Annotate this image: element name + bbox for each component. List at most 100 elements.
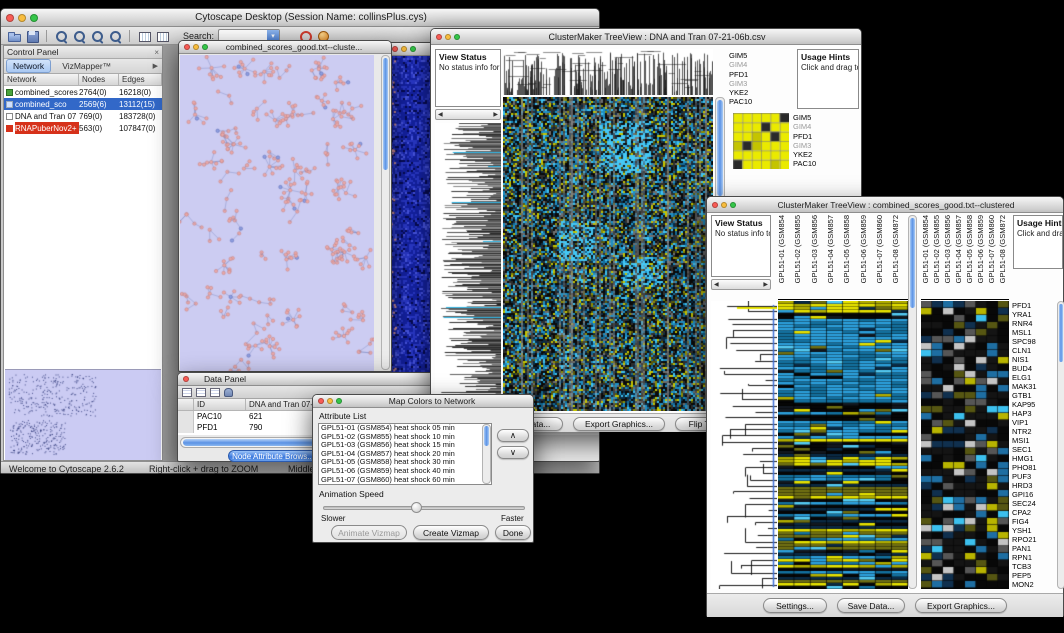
- usage-hints-title: Usage Hints: [798, 50, 858, 62]
- slider-thumb[interactable]: [411, 502, 422, 513]
- treeview-combined-titlebar[interactable]: ClusterMaker TreeView : combined_scores_…: [707, 197, 1063, 213]
- comb-heatmap2[interactable]: [921, 301, 1009, 589]
- scroll-right-icon[interactable]: ▶: [763, 281, 768, 288]
- tab-network[interactable]: Network: [6, 59, 51, 73]
- minimize-icon[interactable]: [327, 398, 333, 404]
- tab-overflow-icon[interactable]: ▶: [153, 62, 160, 70]
- scroll-left-icon[interactable]: ◀: [438, 111, 443, 118]
- minimize-icon[interactable]: [721, 202, 727, 208]
- scroll-left-icon[interactable]: ◀: [714, 281, 719, 288]
- scrollbar-thumb[interactable]: [484, 426, 489, 446]
- network-canvas[interactable]: [180, 55, 374, 371]
- move-up-button[interactable]: ∧: [497, 429, 529, 442]
- zoom-in-icon[interactable]: [72, 29, 86, 43]
- gene-label: CPA2: [1012, 508, 1056, 517]
- delete-attribute-icon[interactable]: [210, 388, 220, 397]
- tab-vizmapper[interactable]: VizMapper™: [56, 60, 117, 72]
- save-data-button[interactable]: Save Data...: [837, 598, 905, 613]
- column-header-id[interactable]: ID: [194, 399, 246, 411]
- attribute-list[interactable]: GPL51-01 (GSM854) heat shock 05 minGPL51…: [318, 423, 492, 485]
- maximize-icon[interactable]: [410, 46, 416, 52]
- network-titlebar[interactable]: combined_scores_good.txt--cluste...: [179, 41, 391, 54]
- network-window[interactable]: combined_scores_good.txt--cluste...: [178, 40, 392, 372]
- dna-rowdendro[interactable]: [435, 123, 501, 411]
- dna-coldendro[interactable]: [503, 49, 713, 95]
- scrollbar-thumb[interactable]: [383, 58, 388, 170]
- view-status-text: No status info for: [436, 62, 500, 72]
- scrollbar-thumb[interactable]: [717, 100, 723, 196]
- minimize-icon[interactable]: [18, 14, 26, 22]
- column-label: GPL51-02 (GSM855: [932, 215, 943, 299]
- scrollbar-thumb[interactable]: [910, 218, 915, 308]
- heatmap-top-border: [921, 299, 1009, 300]
- minimize-icon[interactable]: [193, 44, 199, 50]
- attribute-list-scrollbar[interactable]: [482, 424, 491, 484]
- treeview-dna-titlebar[interactable]: ClusterMaker TreeView : DNA and Tran 07-…: [431, 29, 861, 45]
- scroll-right-icon[interactable]: ▶: [493, 111, 498, 118]
- status-panel-scrollbar[interactable]: ◀▶: [435, 109, 501, 120]
- gene-label: RNR4: [1012, 319, 1056, 328]
- network-name: combined_scores: [15, 86, 79, 98]
- zoom-selected-icon[interactable]: [108, 29, 122, 43]
- network-row[interactable]: DNA and Tran 07769(0)183728(0): [4, 110, 162, 122]
- annotation-icon[interactable]: [155, 29, 169, 43]
- close-icon[interactable]: [6, 14, 14, 22]
- close-icon[interactable]: [184, 44, 190, 50]
- network-type-icon: [6, 101, 13, 108]
- network-window-title: combined_scores_good.txt--cluste...: [205, 41, 383, 53]
- snapshot-icon[interactable]: [137, 29, 151, 43]
- create-attribute-icon[interactable]: [196, 388, 206, 397]
- export-graphics-button[interactable]: Export Graphics...: [573, 417, 665, 431]
- zoom-fit-icon[interactable]: [90, 29, 104, 43]
- close-icon[interactable]: [183, 376, 189, 382]
- close-icon[interactable]: [712, 202, 718, 208]
- scrollbar-thumb[interactable]: [1059, 304, 1063, 362]
- row-gutter: [178, 411, 194, 422]
- window-controls: [392, 46, 416, 52]
- column-header-network[interactable]: Network: [4, 74, 79, 86]
- create-vizmap-button[interactable]: Create Vizmap: [413, 525, 489, 540]
- close-icon[interactable]: [318, 398, 324, 404]
- close-icon[interactable]: [436, 34, 442, 40]
- status-panel-scrollbar[interactable]: ◀▶: [711, 279, 771, 290]
- save-session-icon[interactable]: [25, 29, 39, 43]
- zoom-out-icon[interactable]: [54, 29, 68, 43]
- gene-label: PAC10: [793, 159, 837, 168]
- dna-matrix[interactable]: [733, 113, 789, 169]
- gene-list-scrollbar[interactable]: [1057, 301, 1064, 589]
- column-label: GPL51-06 (GSM859: [859, 215, 873, 299]
- column-header-nodes[interactable]: Nodes: [79, 74, 119, 86]
- network-row[interactable]: combined_sco2569(6)13112(15): [4, 98, 162, 110]
- move-down-button[interactable]: ∨: [497, 446, 529, 459]
- maximize-icon[interactable]: [454, 34, 460, 40]
- minimize-icon[interactable]: [445, 34, 451, 40]
- gene-label: FIG4: [1012, 517, 1056, 526]
- minimize-icon[interactable]: [401, 46, 407, 52]
- attribute-store-icon[interactable]: [224, 388, 233, 397]
- open-session-icon[interactable]: [7, 29, 21, 43]
- animation-speed-slider[interactable]: [323, 506, 525, 510]
- column-header-edges[interactable]: Edges: [119, 74, 162, 86]
- comb-rowdendro[interactable]: [711, 301, 777, 589]
- attribute-item[interactable]: GPL51-07 (GSM860) heat shock 60 min: [319, 476, 491, 485]
- network-row[interactable]: RNAPuberNov2+563(0)107847(0): [4, 122, 162, 134]
- maximize-icon[interactable]: [730, 202, 736, 208]
- network-row[interactable]: combined_scores2764(0)16218(0): [4, 86, 162, 98]
- slower-label: Slower: [321, 514, 345, 523]
- node-attribute-browser-button[interactable]: Node Attribute Brows...: [228, 450, 318, 462]
- network-vertical-scrollbar[interactable]: [381, 55, 390, 370]
- float-panel-icon[interactable]: ×: [154, 48, 159, 57]
- settings-button[interactable]: Settings...: [763, 598, 827, 613]
- map-colors-titlebar[interactable]: Map Colors to Network: [313, 395, 533, 408]
- cytoscape-titlebar[interactable]: Cytoscape Desktop (Session Name: collins…: [1, 9, 599, 27]
- gene-label: GIM4: [729, 60, 769, 69]
- select-attributes-icon[interactable]: [182, 388, 192, 397]
- combined-vertical-scrollbar[interactable]: [908, 215, 917, 589]
- comb-heatmap1[interactable]: [778, 301, 908, 589]
- done-button[interactable]: Done: [495, 525, 531, 540]
- dna-heatmap[interactable]: [503, 97, 713, 411]
- status-welcome: Welcome to Cytoscape 2.6.2: [9, 464, 124, 474]
- export-graphics-button[interactable]: Export Graphics...: [915, 598, 1007, 613]
- overview-canvas[interactable]: [5, 369, 161, 460]
- close-icon[interactable]: [392, 46, 398, 52]
